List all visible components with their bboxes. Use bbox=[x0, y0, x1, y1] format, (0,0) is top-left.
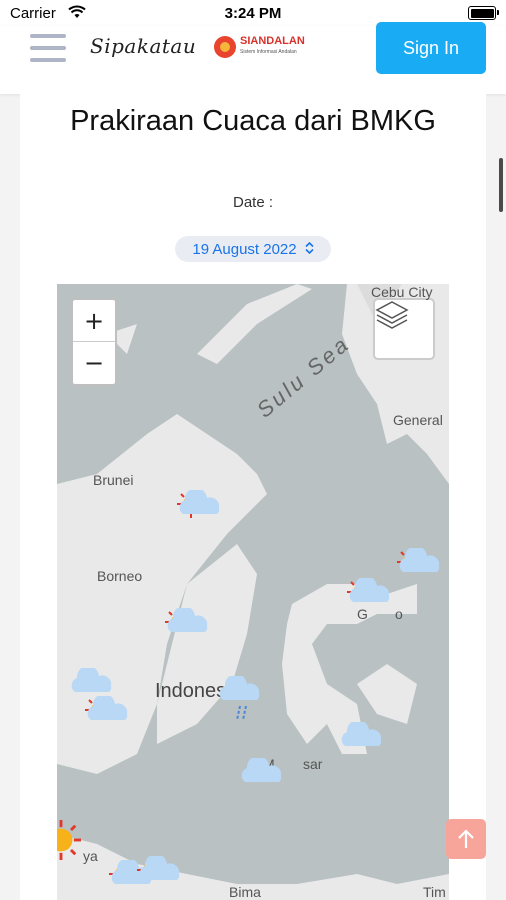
siandalan-emblem-icon bbox=[214, 36, 236, 58]
weather-partly-cloudy-icon[interactable] bbox=[165, 608, 225, 658]
weather-partly-cloudy-icon[interactable] bbox=[85, 696, 145, 746]
weather-rain-icon[interactable] bbox=[207, 672, 267, 722]
weather-partly-cloudy-icon[interactable] bbox=[347, 578, 407, 628]
zoom-out-icon[interactable]: − bbox=[73, 342, 115, 383]
menu-icon[interactable] bbox=[30, 34, 66, 66]
map-label-bima: Bima bbox=[229, 884, 261, 900]
arrow-up-icon bbox=[458, 829, 474, 848]
weather-sunny-icon[interactable] bbox=[57, 820, 101, 870]
weather-map[interactable]: + − Cebu City Sulu Sea General Brunei Bo… bbox=[57, 284, 449, 900]
siandalan-logo: SIANDALAN Sistem Informasi Andalan bbox=[214, 36, 305, 58]
battery-icon bbox=[468, 6, 499, 20]
date-label: Date : bbox=[232, 194, 274, 211]
sign-in-button[interactable]: Sign In bbox=[376, 22, 486, 74]
zoom-control: + − bbox=[71, 298, 117, 386]
page-scrollbar[interactable] bbox=[499, 158, 503, 212]
siandalan-logo-text: SIANDALAN bbox=[240, 35, 305, 47]
map-label-makassar-suffix: sar bbox=[303, 756, 323, 772]
chevron-updown-icon bbox=[305, 241, 314, 257]
sipakatau-logo: Sipakatau bbox=[90, 34, 197, 58]
date-value: 19 August 2022 bbox=[192, 240, 297, 258]
map-label-cebu: Cebu City bbox=[371, 284, 433, 300]
zoom-in-icon[interactable]: + bbox=[73, 300, 115, 342]
layers-icon[interactable] bbox=[373, 298, 435, 360]
map-label-borneo: Borneo bbox=[97, 568, 143, 584]
weather-cloudy-icon[interactable] bbox=[331, 718, 391, 768]
map-label-general: General bbox=[393, 412, 443, 428]
map-label-timor: Tim bbox=[423, 884, 446, 900]
siandalan-logo-subtitle: Sistem Informasi Andalan bbox=[240, 49, 297, 55]
scroll-to-top-button[interactable] bbox=[446, 819, 486, 859]
clock: 3:24 PM bbox=[224, 5, 282, 22]
weather-partly-cloudy-icon[interactable] bbox=[137, 856, 197, 900]
weather-cloudy-icon[interactable] bbox=[233, 754, 293, 804]
page-title: Prakiraan Cuaca dari BMKG bbox=[70, 105, 436, 137]
weather-partly-cloudy-icon[interactable] bbox=[177, 490, 237, 540]
date-picker[interactable]: 19 August 2022 bbox=[175, 236, 331, 262]
map-label-brunei: Brunei bbox=[93, 472, 134, 488]
